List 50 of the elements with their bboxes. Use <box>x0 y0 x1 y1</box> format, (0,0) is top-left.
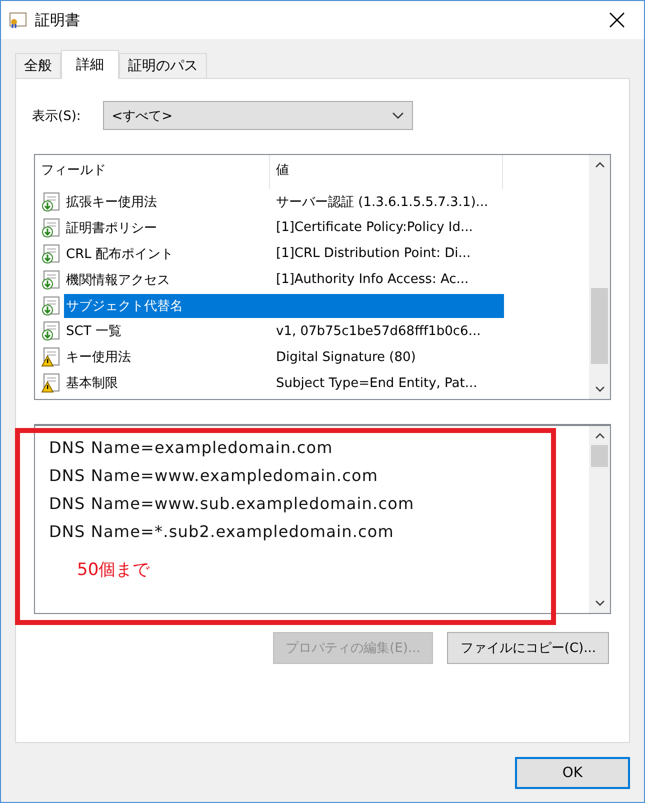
tab[interactable]: 詳細 <box>61 50 119 79</box>
dns-name-line: DNS Name=www.exampledomain.com <box>49 466 380 485</box>
field-value: [1]CRL Distribution Point: Di... <box>275 245 472 262</box>
field-value: Subject Type=End Entity, Pat... <box>275 374 478 392</box>
certificate-warning-icon <box>41 347 61 368</box>
field-value: [1]Authority Info Access: Ac... <box>275 271 470 288</box>
scroll-up-icon[interactable] <box>594 432 604 439</box>
certificate-download-icon <box>41 244 61 264</box>
scroll-thumb[interactable] <box>591 445 608 467</box>
tab[interactable]: 全般 <box>15 53 61 78</box>
field-name[interactable]: 基本制限 <box>64 373 120 394</box>
field-name[interactable]: キー使用法 <box>64 347 133 368</box>
scroll-down-icon[interactable] <box>594 600 604 607</box>
field-name: サブジェクト代替名 <box>65 298 184 316</box>
field-name[interactable]: 証明書ポリシー <box>64 218 159 238</box>
certificate-download-icon <box>41 321 61 342</box>
column-header[interactable]: フィールド <box>35 155 270 189</box>
certificate-download-icon <box>41 192 61 212</box>
tab[interactable]: 証明のパス <box>119 53 207 78</box>
show-label: 表示(S): <box>32 108 81 124</box>
field-value: [1]Certificate Policy:Policy Id... <box>275 219 474 236</box>
scrollbar[interactable] <box>589 155 610 399</box>
dns-name-line: DNS Name=*.sub2.exampledomain.com <box>49 522 395 541</box>
dns-name-line: DNS Name=www.sub.exampledomain.com <box>49 494 416 513</box>
chevron-down-icon <box>392 112 404 119</box>
field-name[interactable]: 拡張キー使用法 <box>64 192 159 212</box>
copy-to-file-button[interactable]: ファイルにコピー(C)... <box>447 632 609 664</box>
certificate-download-icon <box>41 296 61 316</box>
scroll-thumb[interactable] <box>591 288 608 364</box>
close-icon[interactable] <box>609 12 625 28</box>
field-name[interactable]: SCT 一覧 <box>64 321 124 342</box>
scroll-down-icon[interactable] <box>594 386 604 393</box>
window-title: 証明書 <box>35 10 81 30</box>
certificate-icon <box>9 12 27 28</box>
field-value: サーバー認証 (1.3.6.1.5.5.7.3.1)... <box>275 194 490 212</box>
show-dropdown[interactable]: <すべて> <box>102 101 413 130</box>
ok-button[interactable]: OK <box>515 756 630 788</box>
field-name[interactable]: 機関情報アクセス <box>64 270 172 290</box>
certificate-download-icon <box>41 270 61 290</box>
certificate-warning-icon <box>41 373 61 394</box>
column-header[interactable]: 値 <box>270 155 503 189</box>
field-name[interactable]: CRL 配布ポイント <box>64 244 176 264</box>
scroll-up-icon[interactable] <box>594 161 604 168</box>
certificate-download-icon <box>41 218 61 238</box>
scrollbar[interactable] <box>589 426 610 613</box>
field-value: v1, 07b75c1be57d68fff1b0c6... <box>275 322 482 340</box>
dns-name-line: DNS Name=exampledomain.com <box>49 438 334 457</box>
field-value: Digital Signature (80) <box>275 348 417 366</box>
selected-row[interactable]: サブジェクト代替名 <box>64 294 504 318</box>
annotation-note: 50個まで <box>77 559 151 581</box>
